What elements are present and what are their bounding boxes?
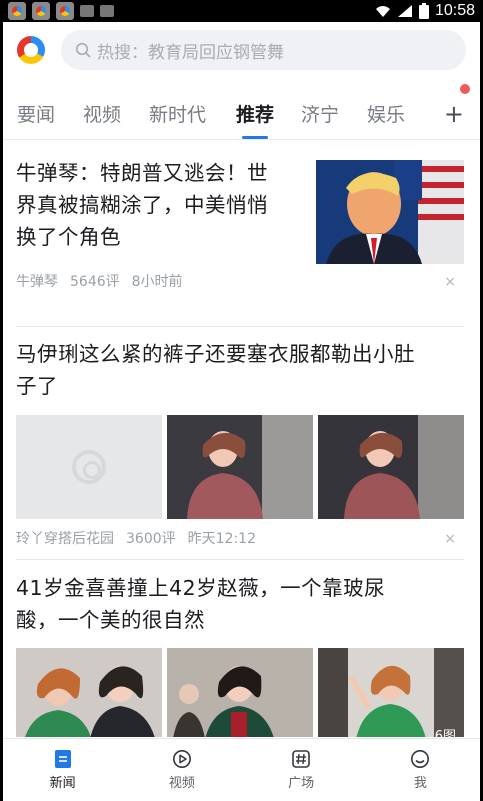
woman-photo	[167, 415, 313, 519]
nav-label: 视频	[168, 776, 195, 791]
app-notification-icon	[32, 2, 50, 20]
article-title: 41岁金喜善撞上42岁赵薇，一个靠玻尿 酸，一个美的很自然	[16, 576, 386, 632]
tab-recommended[interactable]: 推荐	[236, 100, 274, 127]
article-comments: 5646评	[70, 274, 120, 290]
signal-icon	[397, 5, 412, 17]
article-image: 6图	[318, 648, 464, 737]
tab-video[interactable]: 视频	[83, 100, 121, 127]
app-notification-icon	[8, 2, 26, 20]
nav-square[interactable]: 广场	[242, 739, 361, 801]
article-title: 牛弹琴：特朗普又逃会！世 界真被搞糊涂了，中美悄悄 换了个角色	[16, 161, 268, 249]
nav-news[interactable]: 新闻	[3, 739, 122, 801]
search-placeholder: 热搜：教育局回应钢管舞	[97, 42, 284, 63]
news-article[interactable]: 马伊琍这么紧的裤子还要塞衣服都勒出小肚 子了 玲丫穿搭后花园 3600评 昨天1…	[16, 338, 464, 547]
tab-entertainment[interactable]: 娱乐	[367, 100, 405, 127]
wifi-icon	[375, 6, 390, 17]
status-bar: 10:58	[0, 0, 483, 22]
message-icon	[100, 5, 114, 17]
article-time: 8小时前	[131, 274, 183, 290]
nav-video[interactable]: 视频	[122, 739, 241, 801]
app-notification-icon	[56, 2, 74, 20]
profile-icon	[411, 750, 430, 768]
nav-label: 我	[413, 776, 427, 791]
tab-yaowen[interactable]: 要闻	[17, 100, 55, 127]
hashtag-icon	[292, 750, 310, 768]
message-icon	[80, 5, 94, 17]
add-channel-button[interactable]: +	[444, 100, 464, 128]
article-image	[167, 648, 313, 737]
article-comments: 3600评	[126, 531, 176, 547]
article-image	[318, 415, 464, 519]
divider	[16, 559, 464, 560]
status-time: 10:58	[434, 2, 475, 19]
nav-label: 广场	[288, 776, 315, 791]
tab-jining[interactable]: 济宁	[301, 100, 339, 127]
tencent-news-logo[interactable]	[17, 36, 45, 64]
placeholder-logo-icon	[72, 450, 106, 484]
article-thumbnail	[316, 160, 464, 264]
channel-tabs: 要闻 视频 新时代 推荐 济宁 娱乐 +	[3, 84, 480, 140]
nav-me[interactable]: 我	[361, 739, 480, 801]
tab-new-era[interactable]: 新时代	[149, 100, 206, 127]
nav-label: 新闻	[49, 776, 76, 791]
play-icon	[172, 750, 191, 768]
article-source: 玲丫穿搭后花园	[16, 531, 114, 547]
article-image	[167, 415, 313, 519]
article-title: 马伊琍这么紧的裤子还要塞衣服都勒出小肚 子了	[16, 342, 415, 398]
news-icon	[54, 750, 71, 768]
article-source: 牛弹琴	[16, 274, 58, 290]
article-time: 昨天12:12	[187, 531, 256, 547]
notification-dot	[460, 84, 470, 94]
celebrity-photo	[16, 648, 162, 737]
celebrity-photo	[318, 648, 464, 737]
divider	[16, 326, 464, 327]
article-image	[16, 648, 162, 737]
bottom-navigation: 新闻 视频 广场 我	[3, 738, 480, 801]
search-icon	[75, 42, 91, 58]
dismiss-button[interactable]: ×	[444, 531, 456, 547]
news-article[interactable]: 牛弹琴：特朗普又逃会！世 界真被搞糊涂了，中美悄悄 换了个角色 牛弹琴 5646…	[16, 157, 464, 290]
news-article[interactable]: 41岁金喜善撞上42岁赵薇，一个靠玻尿 酸，一个美的很自然 6图	[16, 572, 464, 737]
dismiss-button[interactable]: ×	[444, 274, 456, 290]
trump-photo	[316, 160, 464, 264]
article-meta: 牛弹琴 5646评 8小时前	[16, 271, 183, 291]
battery-icon	[418, 3, 429, 19]
woman-photo	[318, 415, 464, 519]
search-header: 热搜：教育局回应钢管舞	[3, 22, 480, 78]
image-count-badge: 6图	[434, 729, 456, 737]
celebrity-photo	[167, 648, 313, 737]
search-input[interactable]: 热搜：教育局回应钢管舞	[61, 30, 466, 70]
image-placeholder	[16, 415, 162, 519]
article-meta: 玲丫穿搭后花园 3600评 昨天12:12	[16, 528, 256, 548]
news-feed: 牛弹琴：特朗普又逃会！世 界真被搞糊涂了，中美悄悄 换了个角色 牛弹琴 5646…	[3, 140, 480, 737]
app-frame: 热搜：教育局回应钢管舞 要闻 视频 新时代 推荐 济宁 娱乐 + 牛弹琴：特朗普…	[3, 22, 480, 801]
